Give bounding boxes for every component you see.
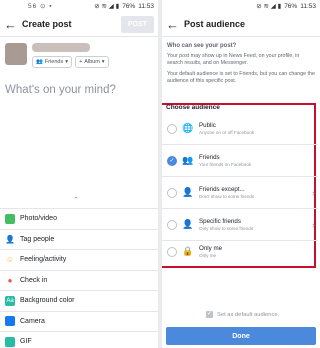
tag-people-icon: 👤: [5, 234, 15, 244]
option-camera[interactable]: Camera: [0, 310, 158, 332]
audience-option-only-me[interactable]: 🔒 Only me Only me: [162, 236, 318, 267]
app-bar: ← Create post POST: [0, 12, 158, 37]
chevron-right-icon: ›: [312, 219, 315, 230]
audience-label: Only me: [199, 245, 223, 252]
default-audience-checkbox[interactable]: ✓: [206, 311, 213, 318]
photo-icon: [5, 213, 15, 224]
audience-chip[interactable]: 👥 Friends ▾: [32, 56, 72, 68]
post-audience-screen: ⊘ ≋ ◢ ▮ 76% 11:53 ← Post audience Who ca…: [162, 0, 320, 348]
default-audience-text: Your default audience is set to Friends,…: [167, 71, 315, 85]
radio-button[interactable]: [167, 219, 177, 230]
option-label: GIF: [20, 338, 32, 346]
option-tag-people[interactable]: 👤 Tag people: [0, 228, 158, 250]
status-icons: ⊘ ≋ ◢ ▮: [94, 3, 120, 10]
option-label: Check in: [20, 276, 48, 284]
done-button[interactable]: Done: [166, 327, 316, 345]
back-arrow-icon[interactable]: ←: [166, 18, 184, 31]
chevron-right-icon: ›: [312, 187, 315, 198]
option-photo-video[interactable]: Photo/video: [0, 208, 158, 229]
radio-button-selected[interactable]: ✓: [167, 155, 177, 166]
check-in-icon: ●: [7, 275, 13, 285]
post-options-list: Photo/video 👤 Tag people ☺ Feeling/activ…: [0, 208, 158, 348]
radio-button[interactable]: [167, 123, 177, 134]
status-bar: ⊘ ≋ ◢ ▮ 76% 11:53: [162, 0, 320, 12]
option-label: Feeling/activity: [20, 256, 67, 264]
page-title: Post audience: [184, 19, 246, 29]
clock: 11:53: [300, 2, 316, 10]
status-notifications: 56 ⊙ ▪: [28, 3, 53, 10]
status-icons: ⊘ ≋ ◢ ▮: [256, 3, 282, 10]
audience-sublabel: Don't show to some friends: [199, 194, 255, 199]
audience-label: Friends: [199, 154, 220, 161]
radio-button[interactable]: [167, 246, 177, 257]
album-chip[interactable]: + Album ▾: [74, 56, 109, 68]
app-bar: ← Post audience: [162, 12, 320, 37]
audience-option-friends[interactable]: ✓ 👥 Friends Your friends on Facebook: [162, 145, 318, 176]
camera-icon: [5, 316, 15, 327]
gif-icon: [5, 336, 15, 347]
set-default-audience[interactable]: ✓ Set as default audience.: [206, 311, 279, 318]
background-color-icon: Aa: [5, 295, 15, 306]
battery-level: 76%: [122, 2, 136, 10]
audience-sublabel: Only me: [199, 253, 217, 258]
option-label: Camera: [20, 317, 45, 325]
friends-icon: 👥: [36, 59, 43, 65]
back-arrow-icon[interactable]: ←: [4, 18, 22, 31]
feeling-icon: ☺: [5, 255, 15, 265]
chevron-down-icon: ▾: [101, 59, 105, 65]
page-title: Create post: [22, 19, 72, 29]
specific-friends-icon: 👤: [182, 219, 194, 229]
audience-option-friends-except[interactable]: 👤 Friends except... Don't show to some f…: [162, 177, 318, 208]
option-label: Background color: [20, 297, 75, 305]
radio-button[interactable]: [167, 187, 177, 198]
audience-label: Public: [199, 122, 216, 129]
create-post-screen: 56 ⊙ ▪ ⊘ ≋ ◢ ▮ 76% 11:53 ← Create post P…: [0, 0, 158, 348]
option-feeling-activity[interactable]: ☺ Feeling/activity: [0, 249, 158, 270]
globe-icon: 🌐: [182, 123, 194, 133]
audience-option-public[interactable]: 🌐 Public Anyone on or off Facebook: [162, 113, 318, 144]
audience-sublabel: Your friends on Facebook: [199, 162, 252, 167]
friends-except-icon: 👤: [182, 187, 194, 197]
audience-sublabel: Only show to some friends: [199, 226, 254, 231]
audience-question: Who can see your post?: [167, 43, 237, 49]
avatar: [5, 43, 27, 65]
author-row: 👥 Friends ▾ + Album ▾: [0, 37, 158, 68]
friends-icon: 👥: [182, 155, 194, 165]
lock-icon: 🔒: [182, 246, 194, 256]
audience-sublabel: Anyone on or off Facebook: [199, 130, 255, 135]
audience-chip-label: Friends: [44, 59, 64, 65]
post-text-input[interactable]: What's on your mind?: [0, 68, 158, 96]
post-button[interactable]: POST: [120, 15, 154, 33]
option-gif[interactable]: GIF: [0, 331, 158, 348]
option-background-color[interactable]: Aa Background color: [0, 290, 158, 311]
status-bar: 56 ⊙ ▪ ⊘ ≋ ◢ ▮ 76% 11:53: [0, 0, 158, 12]
clock: 11:53: [138, 2, 154, 10]
chevron-down-icon: ▾: [65, 59, 68, 65]
plus-icon: +: [78, 59, 83, 65]
audience-label: Friends except...: [199, 186, 245, 193]
audience-label: Specific friends: [199, 218, 241, 225]
chevron-up-icon[interactable]: ⌃: [73, 196, 79, 204]
audience-description: Your post may show up in News Feed, on y…: [162, 53, 320, 86]
default-audience-label: Set as default audience.: [217, 311, 280, 318]
battery-level: 76%: [284, 2, 298, 10]
author-name-blurred: [32, 43, 90, 52]
album-chip-label: Album: [84, 59, 100, 65]
option-check-in[interactable]: ● Check in: [0, 269, 158, 291]
description-text: Your post may show up in News Feed, on y…: [167, 53, 300, 67]
choose-audience-title: Choose audience: [166, 104, 220, 111]
option-label: Photo/video: [20, 215, 57, 223]
option-label: Tag people: [20, 235, 55, 243]
